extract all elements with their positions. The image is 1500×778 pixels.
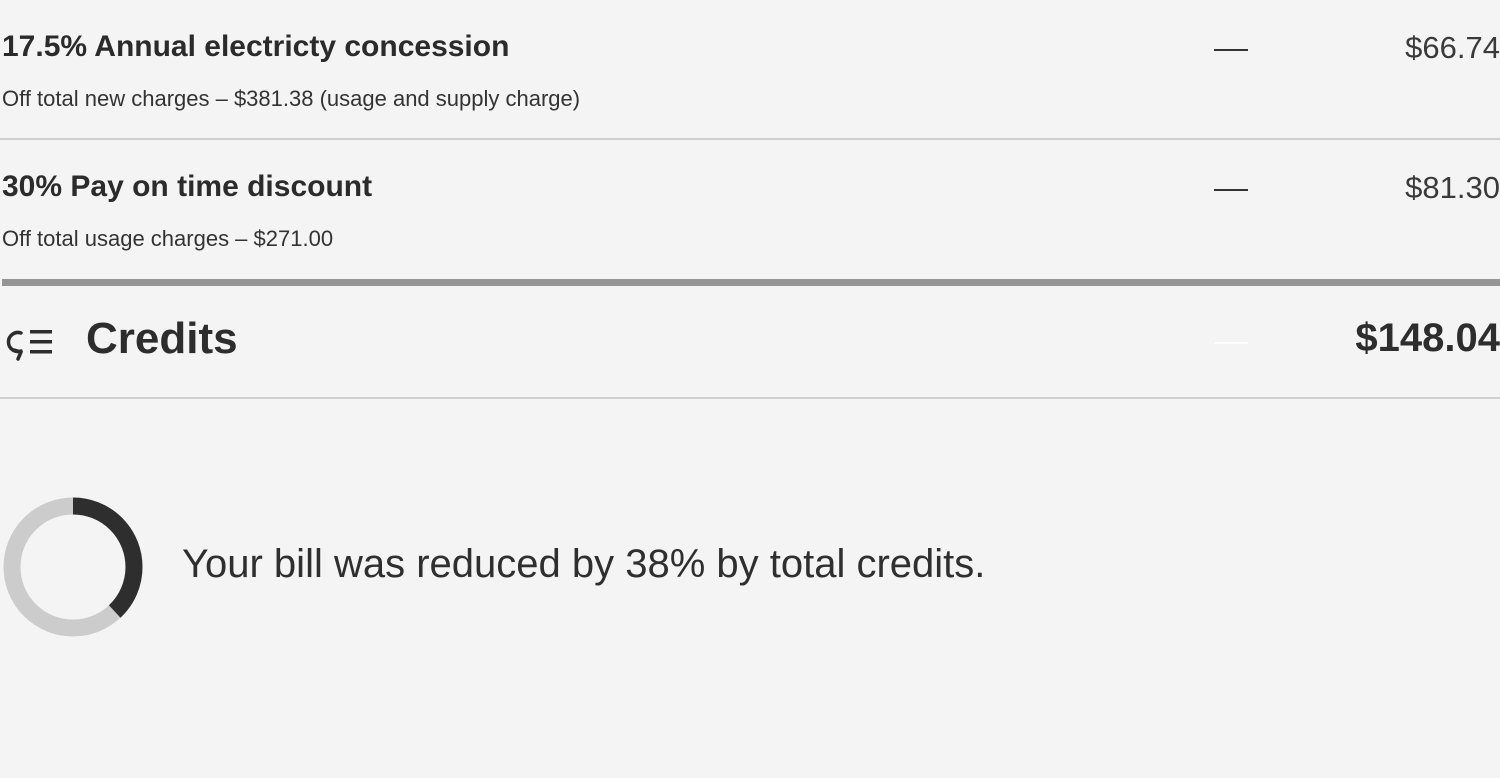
credit-title: 17.5% Annual electricty concession: [2, 30, 510, 63]
credit-reduction-donut: [3, 497, 143, 637]
credit-title: 30% Pay on time discount: [2, 170, 373, 203]
credit-description: Off total usage charges – $271.00: [2, 226, 334, 251]
dash-separator: [1214, 49, 1248, 51]
credit-amount: $81.30: [1405, 170, 1500, 205]
row-divider: [0, 397, 1500, 399]
credits-total-label: Credits: [86, 314, 238, 363]
credit-row-pay-on-time: 30% Pay on time discount Off total usage…: [2, 140, 1500, 280]
credits-total-amount: $148.04: [1355, 316, 1500, 360]
credit-summary: Your bill was reduced by 38% by total cr…: [2, 496, 1102, 638]
total-divider: [2, 279, 1500, 286]
credits-list-icon: [6, 324, 56, 362]
credits-total-row: Credits $148.04: [2, 286, 1500, 398]
credit-amount: $66.74: [1405, 30, 1500, 65]
dash-separator: [1214, 189, 1248, 191]
summary-text: Your bill was reduced by 38% by total cr…: [182, 542, 986, 586]
credit-row-concession: 17.5% Annual electricty concession Off t…: [2, 0, 1500, 140]
dash-separator: [1214, 342, 1248, 344]
credit-description: Off total new charges – $381.38 (usage a…: [2, 86, 581, 111]
